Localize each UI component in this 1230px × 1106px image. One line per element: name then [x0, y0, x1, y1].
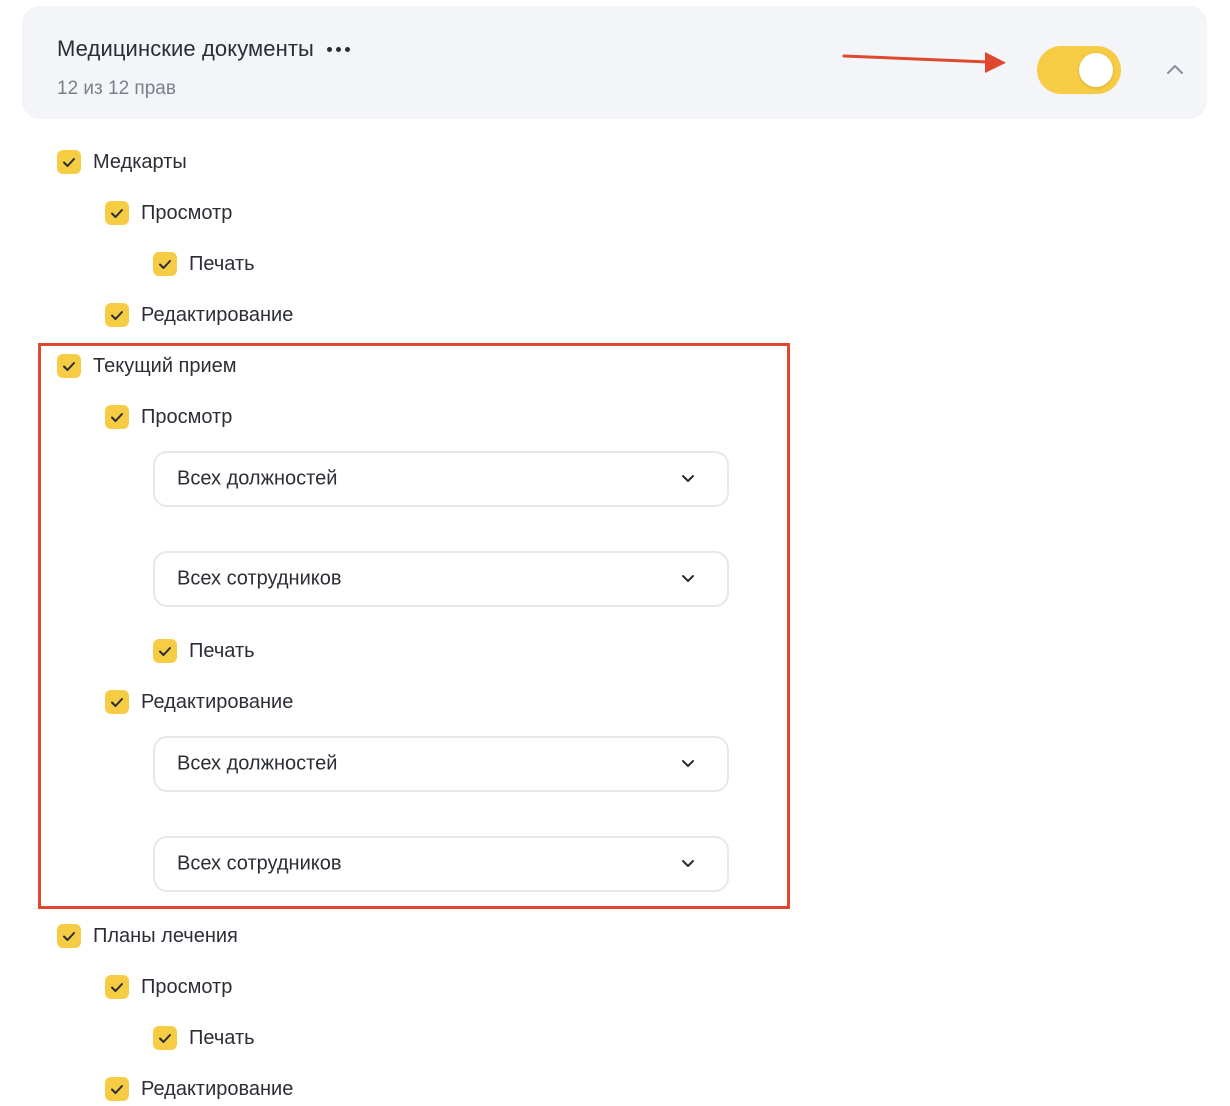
checkbox-checked-icon[interactable]	[105, 303, 129, 327]
view-positions-select[interactable]: Всех должностей	[153, 451, 729, 507]
perm-label: Печать	[189, 639, 255, 662]
checkbox-checked-icon[interactable]	[105, 1077, 129, 1101]
checkbox-checked-icon[interactable]	[57, 924, 81, 948]
checkbox-checked-icon[interactable]	[105, 201, 129, 225]
header-title-row: Медицинские документы	[57, 36, 350, 62]
select-value: Всех сотрудников	[177, 567, 342, 590]
perm-label: Редактирование	[141, 303, 294, 326]
rights-count: 12 из 12 прав	[57, 78, 176, 99]
perm-current-visit[interactable]: Текущий прием	[57, 351, 237, 381]
edit-positions-select[interactable]: Всех должностей	[153, 736, 729, 792]
checkbox-checked-icon[interactable]	[105, 690, 129, 714]
perm-label: Редактирование	[141, 690, 294, 713]
perm-current-visit-edit[interactable]: Редактирование	[105, 687, 293, 717]
view-employees-select[interactable]: Всех сотрудников	[153, 551, 729, 607]
perm-label: Редактирование	[141, 1077, 294, 1100]
checkbox-checked-icon[interactable]	[153, 252, 177, 276]
section-header: Медицинские документы 12 из 12 прав	[22, 6, 1207, 119]
perm-label: Планы лечения	[93, 924, 238, 947]
checkbox-checked-icon[interactable]	[153, 639, 177, 663]
chevron-down-icon	[682, 860, 694, 867]
section-title: Медицинские документы	[57, 36, 314, 61]
select-value: Всех должностей	[177, 752, 338, 775]
perm-current-visit-view[interactable]: Просмотр	[105, 402, 232, 432]
perm-treatment-plans-view[interactable]: Просмотр	[105, 972, 232, 1002]
chevron-down-icon	[682, 475, 694, 482]
checkbox-checked-icon[interactable]	[105, 975, 129, 999]
perm-label: Просмотр	[141, 201, 233, 224]
perm-label: Текущий прием	[93, 354, 237, 377]
more-options-icon[interactable]	[326, 39, 350, 59]
select-value: Всех должностей	[177, 467, 338, 490]
checkbox-checked-icon[interactable]	[57, 354, 81, 378]
chevron-down-icon	[682, 760, 694, 767]
perm-treatment-plans-print[interactable]: Печать	[153, 1023, 255, 1053]
perm-label: Печать	[189, 1026, 255, 1049]
edit-employees-select[interactable]: Всех сотрудников	[153, 836, 729, 892]
perm-treatment-plans-edit[interactable]: Редактирование	[105, 1074, 293, 1104]
perm-label: Просмотр	[141, 975, 233, 998]
perm-medcards[interactable]: Медкарты	[57, 147, 187, 177]
toggle-knob	[1079, 53, 1113, 87]
perm-medcards-edit[interactable]: Редактирование	[105, 300, 293, 330]
checkbox-checked-icon[interactable]	[57, 150, 81, 174]
select-value: Всех сотрудников	[177, 852, 342, 875]
perm-label: Просмотр	[141, 405, 233, 428]
section-toggle[interactable]	[1037, 46, 1121, 94]
checkbox-checked-icon[interactable]	[153, 1026, 177, 1050]
annotation-arrow-icon	[842, 52, 1006, 73]
checkbox-checked-icon[interactable]	[105, 405, 129, 429]
chevron-down-icon	[682, 575, 694, 582]
chevron-up-icon[interactable]	[1162, 58, 1188, 80]
perm-medcards-print[interactable]: Печать	[153, 249, 255, 279]
perm-label: Печать	[189, 252, 255, 275]
perm-medcards-view[interactable]: Просмотр	[105, 198, 232, 228]
perm-treatment-plans[interactable]: Планы лечения	[57, 921, 238, 951]
perm-current-visit-print[interactable]: Печать	[153, 636, 255, 666]
perm-label: Медкарты	[93, 150, 187, 173]
